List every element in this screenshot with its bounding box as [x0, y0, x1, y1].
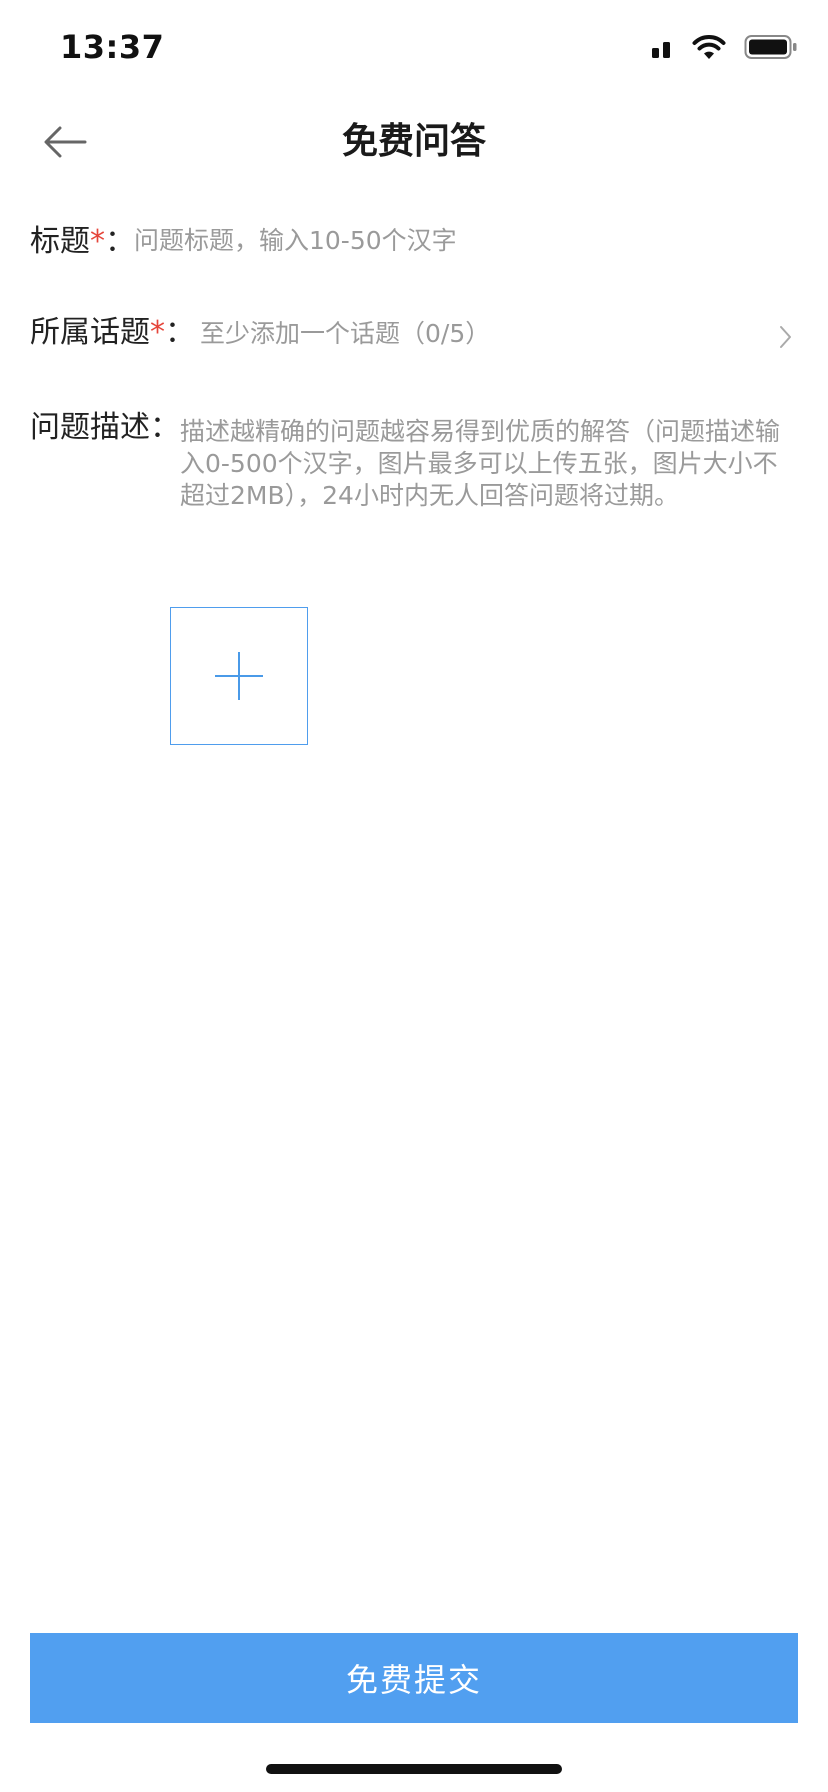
required-mark: *	[90, 224, 105, 259]
title-label: 标题	[30, 224, 90, 259]
wifi-icon	[692, 34, 726, 64]
description-textarea[interactable]	[180, 416, 800, 556]
description-label-wrap: 问题描述：	[30, 408, 188, 448]
image-upload-button[interactable]	[170, 607, 308, 745]
topic-label: 所属话题	[30, 315, 150, 350]
label-colon: ：	[105, 224, 135, 259]
topic-selector[interactable]: 至少添加一个话题（0/5）	[200, 317, 798, 357]
title-input[interactable]	[134, 226, 694, 255]
title-row: 标题*：	[30, 222, 798, 262]
description-label: 问题描述	[30, 410, 150, 445]
cellular-signal-icon	[650, 36, 674, 62]
topic-row: 所属话题*： 至少添加一个话题（0/5）	[30, 313, 798, 353]
page-title: 免费问答	[341, 121, 486, 162]
status-bar: 13:37	[0, 0, 828, 100]
status-icons	[650, 34, 798, 64]
chevron-right-icon	[774, 321, 796, 348]
label-colon: ：	[150, 410, 180, 445]
battery-icon	[744, 34, 798, 64]
submit-button[interactable]: 免费提交	[30, 1633, 798, 1723]
nav-bar: 免费问答	[0, 100, 828, 200]
topic-placeholder: 至少添加一个话题（0/5）	[200, 319, 491, 348]
home-indicator	[266, 1764, 562, 1774]
required-mark: *	[150, 315, 165, 350]
status-time: 13:37	[60, 28, 165, 66]
label-colon: ：	[165, 315, 195, 350]
